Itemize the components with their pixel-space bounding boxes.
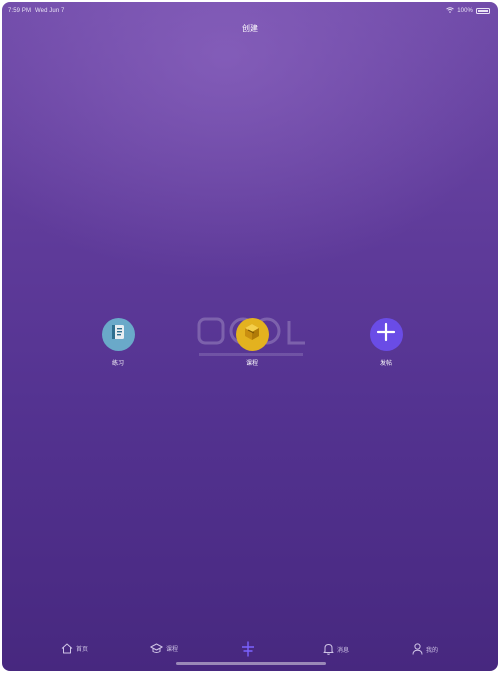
battery-percent: 100% xyxy=(457,8,473,14)
tab-create[interactable] xyxy=(241,641,255,657)
page-title: 创建 xyxy=(242,24,258,33)
tab-message[interactable]: 消息 xyxy=(323,643,349,655)
tab-home[interactable]: 首页 xyxy=(61,643,88,654)
battery-icon xyxy=(476,8,490,14)
tab-course[interactable]: 课程 xyxy=(150,643,178,654)
wifi-icon xyxy=(446,7,455,15)
lesson-label: 课程 xyxy=(245,361,258,367)
tab-home-label: 首页 xyxy=(76,647,89,653)
post-button[interactable] xyxy=(369,318,403,351)
notebook-icon xyxy=(109,323,127,346)
plus-icon xyxy=(376,322,396,347)
status-right: 100% xyxy=(446,7,490,15)
create-icon xyxy=(241,641,255,657)
post-label: 发帖 xyxy=(379,361,392,367)
graduation-cap-icon xyxy=(150,643,163,654)
practice-action[interactable]: 练习 xyxy=(88,318,148,367)
bell-icon xyxy=(323,643,334,655)
home-icon xyxy=(61,643,73,654)
tab-bar: 首页 课程 消息 我的 xyxy=(2,631,498,671)
person-icon xyxy=(412,643,423,655)
lesson-action[interactable]: 课程 xyxy=(222,318,282,367)
practice-label: 练习 xyxy=(111,361,124,367)
lesson-button[interactable] xyxy=(235,318,269,351)
tab-message-label: 消息 xyxy=(337,647,350,654)
status-date: Wed Jun 7 xyxy=(35,8,65,14)
box-icon xyxy=(242,322,262,347)
practice-button[interactable] xyxy=(101,318,135,351)
status-time: 7:59 PM xyxy=(8,8,32,14)
tab-course-label: 课程 xyxy=(166,647,179,653)
status-bar: 7:59 PM Wed Jun 7 100% xyxy=(2,2,498,20)
home-indicator[interactable] xyxy=(176,662,326,665)
tab-mine-label: 我的 xyxy=(426,647,439,654)
tab-mine[interactable]: 我的 xyxy=(412,643,438,655)
post-action[interactable]: 发帖 xyxy=(356,318,416,367)
device-screen: 7:59 PM Wed Jun 7 100% 创建 练习 课程 发帖 首页 课程… xyxy=(2,2,498,671)
